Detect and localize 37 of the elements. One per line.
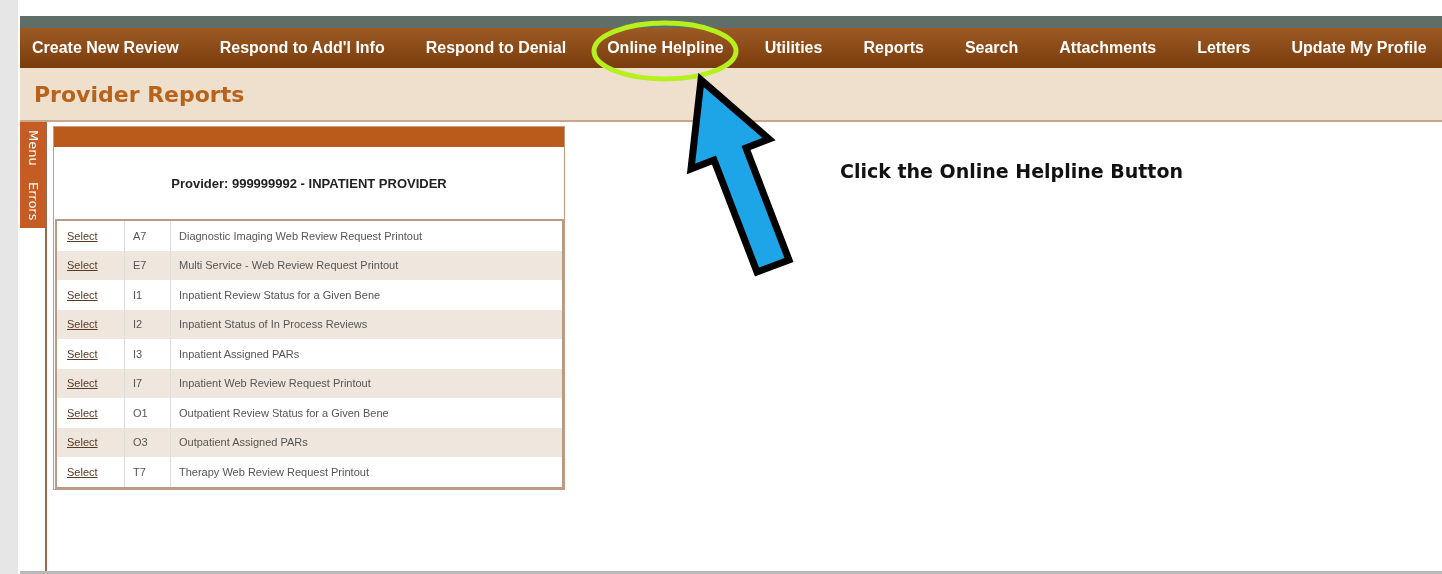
report-name: Diagnostic Imaging Web Review Request Printout (178, 228, 424, 244)
report-name: Inpatient Web Review Request Printout (178, 376, 372, 392)
report-name: Therapy Web Review Request Printout (178, 464, 370, 480)
provider-heading: Provider: 999999992 - INPATIENT PROVIDER (171, 175, 447, 191)
report-code: I3 (125, 339, 171, 369)
report-code: I1 (125, 280, 171, 310)
report-name: Inpatient Status of In Process Reviews (178, 317, 369, 333)
select-link[interactable]: Select (67, 436, 98, 449)
nav-link[interactable]: Respond to Denial (425, 39, 567, 57)
report-name: Inpatient Assigned PARs (178, 346, 301, 362)
report-code: T7 (125, 457, 171, 487)
nav-link[interactable]: Search (964, 39, 1019, 57)
nav-link[interactable]: Reports (863, 39, 924, 57)
nav-link[interactable]: Create New Review (32, 39, 179, 57)
page-title: Provider Reports (34, 81, 245, 107)
select-link[interactable]: Select (67, 377, 98, 390)
report-code: O1 (125, 398, 171, 428)
report-name: Inpatient Review Status for a Given Bene (178, 287, 382, 303)
report-name: Outpatient Assigned PARs (178, 435, 309, 451)
nav-link[interactable]: Utilities (764, 39, 823, 57)
select-link[interactable]: Select (67, 259, 98, 272)
report-code: A7 (125, 221, 171, 251)
side-tab[interactable]: Errors (20, 173, 45, 229)
select-link[interactable]: Select (67, 406, 98, 419)
nav-link[interactable]: Letters (1197, 39, 1251, 57)
side-tab[interactable]: Menu (20, 122, 45, 174)
select-link[interactable]: Select (67, 229, 98, 242)
report-name: Multi Service - Web Review Request Printout (178, 258, 400, 274)
report-name: Outpatient Review Status for a Given Bene (178, 405, 390, 421)
select-link[interactable]: Select (67, 318, 98, 331)
nav-link[interactable]: Respond to Add'l Info (219, 39, 385, 57)
annotation-caption: Click the Online Helpline Button (840, 160, 1184, 182)
nav-link[interactable]: Update My Profile (1291, 39, 1427, 57)
select-link[interactable]: Select (67, 288, 98, 301)
nav-link[interactable]: Attachments (1059, 39, 1157, 57)
select-link[interactable]: Select (67, 465, 98, 478)
select-link[interactable]: Select (67, 347, 98, 360)
